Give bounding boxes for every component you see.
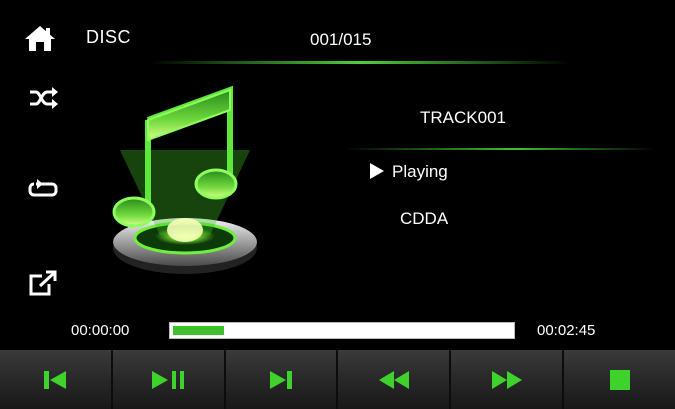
music-note-icon [112,85,257,274]
play-pause-icon [152,370,185,389]
repeat-icon [28,179,58,197]
home-button[interactable] [24,24,56,52]
header: DISC 001/015 [0,0,675,64]
next-track-icon [270,370,293,389]
shuffle-button[interactable] [28,85,58,111]
shuffle-icon [30,87,58,109]
fast-forward-button[interactable] [451,350,565,409]
stop-icon [609,369,630,390]
home-icon [25,26,55,51]
rewind-button[interactable] [338,350,452,409]
previous-track-button[interactable] [0,350,113,409]
header-divider [150,61,570,64]
progress-bar[interactable] [169,322,515,339]
next-track-button[interactable] [225,350,339,409]
format-label: CDDA [400,209,449,228]
control-bar [0,350,675,409]
external-link-icon [29,270,57,296]
repeat-button[interactable] [28,176,58,202]
export-button[interactable] [28,270,58,296]
media-player-screen: DISC 001/015 TRACK001 Playing CDDA 00:00… [0,0,675,409]
rewind-icon [378,370,409,389]
info-divider [345,148,655,150]
source-label: DISC [86,27,132,47]
play-status-text: Playing [392,162,448,181]
track-name: TRACK001 [420,108,506,127]
play-status: Playing [370,162,448,182]
play-pause-button[interactable] [112,350,226,409]
music-note-artwork [100,80,280,300]
track-counter: 001/015 [310,30,372,49]
total-time: 00:02:45 [537,322,596,339]
fast-forward-icon [491,370,522,389]
play-state-icon [370,163,384,179]
stop-button[interactable] [564,350,675,409]
elapsed-time: 00:00:00 [71,322,130,339]
previous-track-icon [44,370,67,389]
progress-fill [173,326,224,335]
